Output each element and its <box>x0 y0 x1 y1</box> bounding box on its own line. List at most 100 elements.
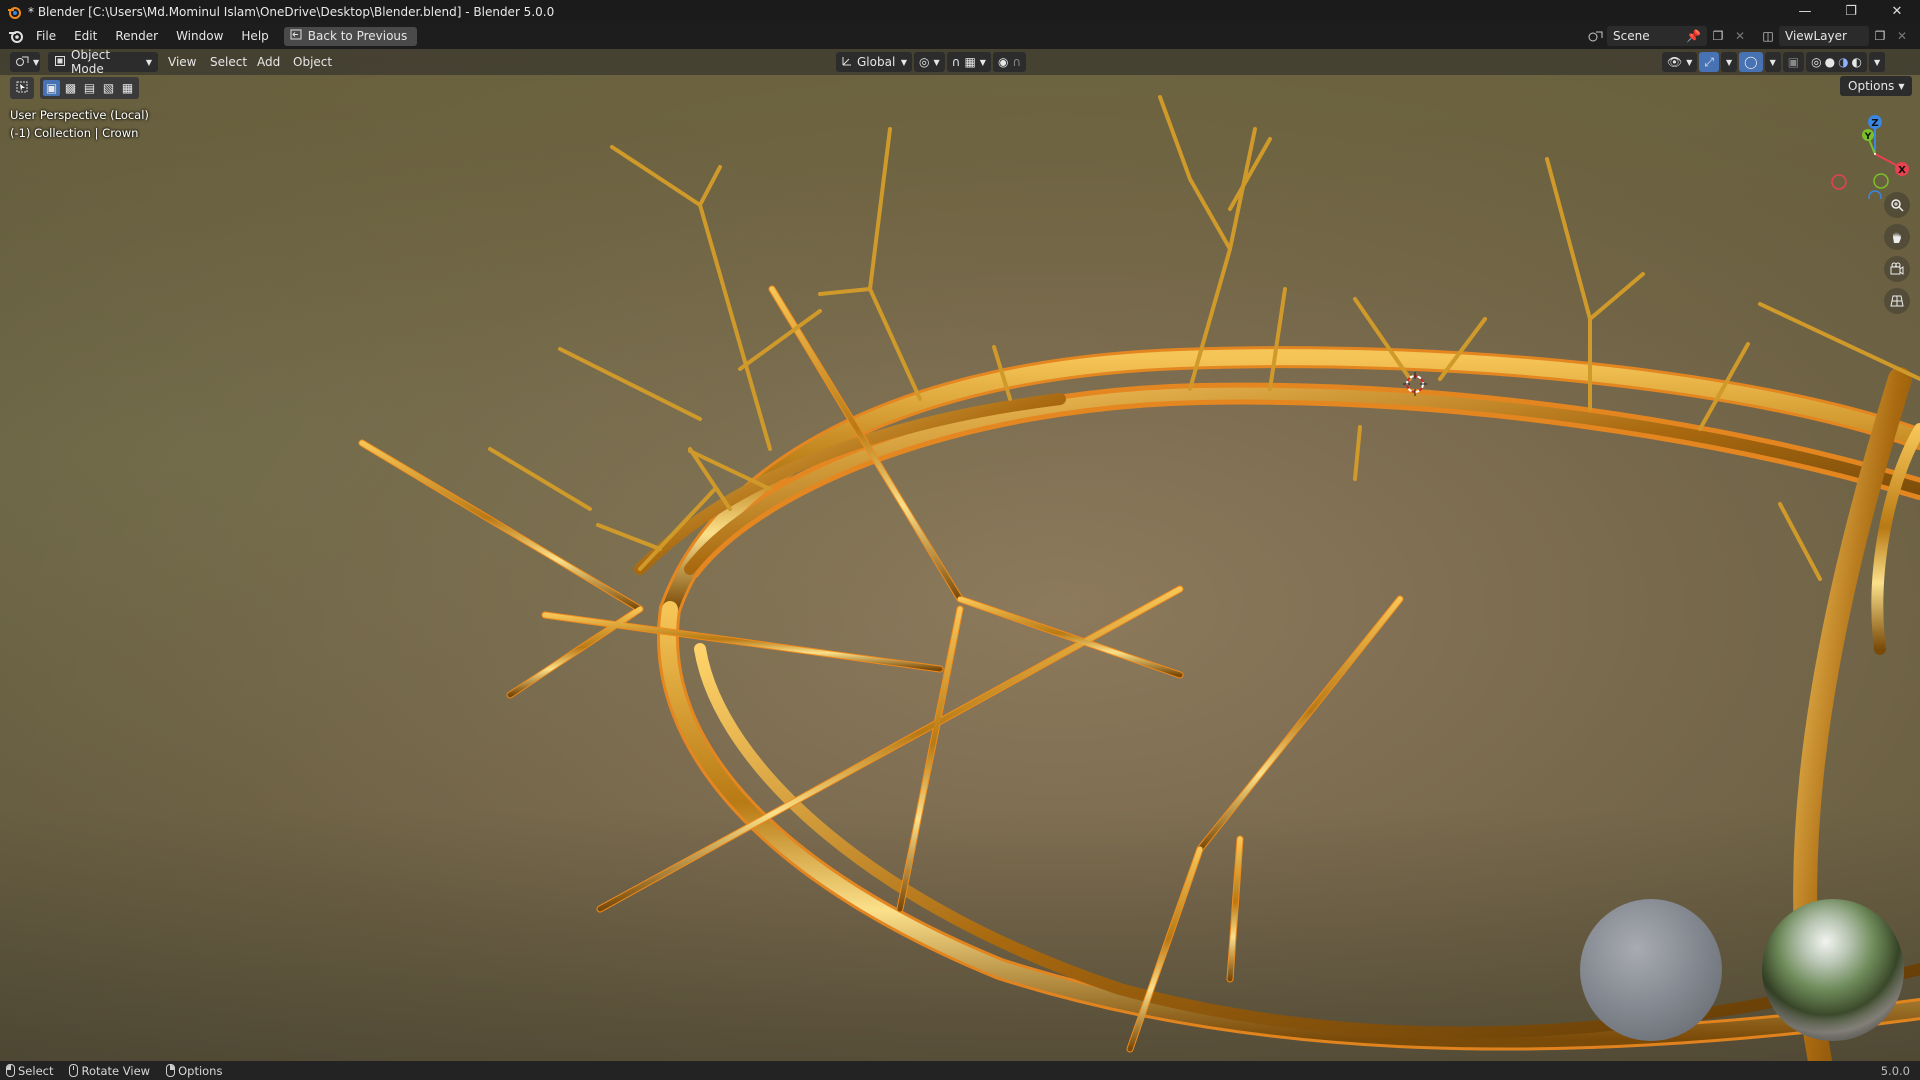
navigation-gizmo[interactable]: Z X Y <box>1830 109 1920 204</box>
gizmo-toggle[interactable]: ⤢ <box>1699 52 1719 72</box>
shading-dropdown[interactable]: ▼ <box>1869 52 1886 72</box>
new-scene-icon[interactable]: ❐ <box>1707 26 1729 46</box>
left-mouse-icon <box>6 1064 15 1077</box>
solid-shading-icon[interactable]: ● <box>1825 55 1835 69</box>
scene-name-field[interactable]: Scene 📌 <box>1607 26 1707 46</box>
viewport-info-overlay: User Perspective (Local) (-1) Collection… <box>10 106 149 142</box>
select-tool-button[interactable] <box>10 77 34 99</box>
wireframe-shading-icon[interactable]: ◎ <box>1811 55 1821 69</box>
viewport-display-tools: 👁 ▼ ⤢ ▼ ◯ ▼ ▣ ◎ ● ◑ ◐ ▼ <box>1662 52 1886 72</box>
overlays-icon: ◯ <box>1744 55 1758 69</box>
material-preview-chrome-sphere <box>1762 899 1904 1041</box>
gizmo-dropdown[interactable]: ▼ <box>1721 52 1738 72</box>
gizmo-z-label: Z <box>1871 118 1878 129</box>
pan-hand-icon[interactable] <box>1884 224 1910 250</box>
magnet-icon: ∩ <box>951 55 961 69</box>
delete-view-layer-icon[interactable]: ✕ <box>1891 26 1913 46</box>
select-subtract-icon[interactable]: ▤ <box>81 80 98 96</box>
minimize-icon[interactable]: — <box>1782 0 1828 23</box>
menu-file[interactable]: File <box>27 25 65 47</box>
xray-toggle[interactable]: ▣ <box>1782 52 1805 72</box>
falloff-icon: ∩ <box>1012 55 1022 69</box>
chevron-down-icon: ▼ <box>1898 81 1905 91</box>
status-bar: Select Rotate View Options 5.0.0 <box>0 1061 1920 1080</box>
right-mouse-icon <box>166 1064 176 1077</box>
pivot-point-dropdown[interactable]: ◎ ▼ <box>914 52 945 72</box>
chevron-down-icon: ▼ <box>33 57 40 67</box>
chevron-down-icon: ▼ <box>900 57 907 67</box>
camera-view-icon[interactable] <box>1884 256 1910 282</box>
status-hint-select: Select <box>6 1064 53 1078</box>
collection-label: (-1) Collection | Crown <box>10 126 139 140</box>
close-icon[interactable]: ✕ <box>1874 0 1920 23</box>
material-preview-shading-icon[interactable]: ◑ <box>1838 55 1848 69</box>
restore-icon[interactable]: ❐ <box>1828 0 1874 23</box>
zoom-icon[interactable] <box>1884 192 1910 218</box>
object-mode-icon <box>54 55 66 70</box>
delete-scene-icon[interactable]: ✕ <box>1729 26 1751 46</box>
viewport-menu-add[interactable]: Add <box>257 52 280 72</box>
blender-version: 5.0.0 <box>1880 1063 1910 1078</box>
3d-cursor-icon[interactable] <box>1401 370 1429 398</box>
hint-label: Options <box>178 1063 223 1078</box>
perspective-label: User Perspective (Local) <box>10 108 149 122</box>
new-view-layer-icon[interactable]: ❐ <box>1869 26 1891 46</box>
blender-menu-icon[interactable] <box>5 25 27 47</box>
view-layer-name: ViewLayer <box>1785 29 1847 43</box>
gizmo-x-label: X <box>1898 165 1906 176</box>
title-bar: * Blender [C:\Users\Md.Mominul Islam\One… <box>0 0 1920 23</box>
gizmo-y-label: Y <box>1864 132 1872 142</box>
status-hint-rotate: Rotate View <box>69 1064 150 1078</box>
viewport-menu-select[interactable]: Select <box>210 52 247 72</box>
menu-window[interactable]: Window <box>167 25 232 47</box>
select-invert-icon[interactable]: ▧ <box>100 80 117 96</box>
viewport-menu-view[interactable]: View <box>168 52 196 72</box>
back-button-label: Back to Previous <box>307 29 408 43</box>
snapping-toggle[interactable]: ∩ ▦ ▼ <box>946 52 991 72</box>
menu-help[interactable]: Help <box>232 25 277 47</box>
tool-header-row: ▣ ▩ ▤ ▧ ▦ <box>10 76 139 100</box>
viewport-header: ▼ Object Mode ▼ View Select Add Object G… <box>0 49 1920 76</box>
overlays-dropdown[interactable]: ▼ <box>1764 52 1781 72</box>
options-dropdown[interactable]: Options ▼ <box>1840 76 1913 96</box>
transform-orientation-dropdown[interactable]: Global ▼ <box>836 52 912 72</box>
gizmo-icon: ⤢ <box>1704 54 1714 69</box>
window-title: * Blender [C:\Users\Md.Mominul Islam\One… <box>28 4 555 19</box>
chevron-down-icon: ▼ <box>933 57 940 67</box>
view-layer-icon[interactable]: ◫ <box>1757 26 1779 46</box>
select-extend-icon[interactable]: ▩ <box>62 80 79 96</box>
editor-type-button[interactable]: ▼ <box>10 52 40 72</box>
shading-mode-buttons: ◎ ● ◑ ◐ <box>1806 52 1868 72</box>
select-intersect-icon[interactable]: ▦ <box>119 80 136 96</box>
back-to-previous-button[interactable]: Back to Previous <box>283 26 418 46</box>
select-set-icon[interactable]: ▣ <box>43 80 60 96</box>
object-mode-dropdown[interactable]: Object Mode ▼ <box>48 49 158 76</box>
chevron-down-icon: ▼ <box>1686 57 1693 67</box>
pin-icon[interactable]: 📌 <box>1686 29 1701 43</box>
menu-edit[interactable]: Edit <box>65 25 106 47</box>
eye-icon: 👁 <box>1667 55 1683 69</box>
hint-label: Rotate View <box>81 1063 151 1078</box>
view-layer-field[interactable]: ViewLayer <box>1779 26 1869 46</box>
perspective-toggle-grid-icon[interactable] <box>1884 288 1910 314</box>
pivot-point-icon: ◎ <box>919 55 930 69</box>
3d-viewport[interactable]: ▼ Object Mode ▼ View Select Add Object G… <box>0 49 1920 1061</box>
chevron-down-icon: ▼ <box>1769 57 1776 67</box>
transform-tools: Global ▼ ◎ ▼ ∩ ▦ ▼ ◉ ∩ <box>836 52 1027 72</box>
scene-type-icon[interactable] <box>1585 26 1607 46</box>
chevron-down-icon: ▼ <box>1874 57 1881 67</box>
top-menu-bar: File Edit Render Window Help Back to Pre… <box>0 23 1920 49</box>
visibility-dropdown[interactable]: 👁 ▼ <box>1662 52 1698 72</box>
snap-target-icon: ▦ <box>964 55 976 69</box>
middle-mouse-icon <box>69 1064 79 1077</box>
chevron-down-icon: ▼ <box>145 57 152 67</box>
options-label: Options <box>1848 79 1895 93</box>
status-hint-options: Options <box>166 1064 222 1078</box>
selection-mode-group: ▣ ▩ ▤ ▧ ▦ <box>40 77 139 99</box>
blender-app-icon <box>6 4 22 20</box>
rendered-shading-icon[interactable]: ◐ <box>1852 55 1862 69</box>
proportional-editing-toggle[interactable]: ◉ ∩ <box>992 52 1027 72</box>
menu-render[interactable]: Render <box>106 25 167 47</box>
overlays-toggle[interactable]: ◯ <box>1739 52 1763 72</box>
viewport-menu-object[interactable]: Object <box>293 52 332 72</box>
